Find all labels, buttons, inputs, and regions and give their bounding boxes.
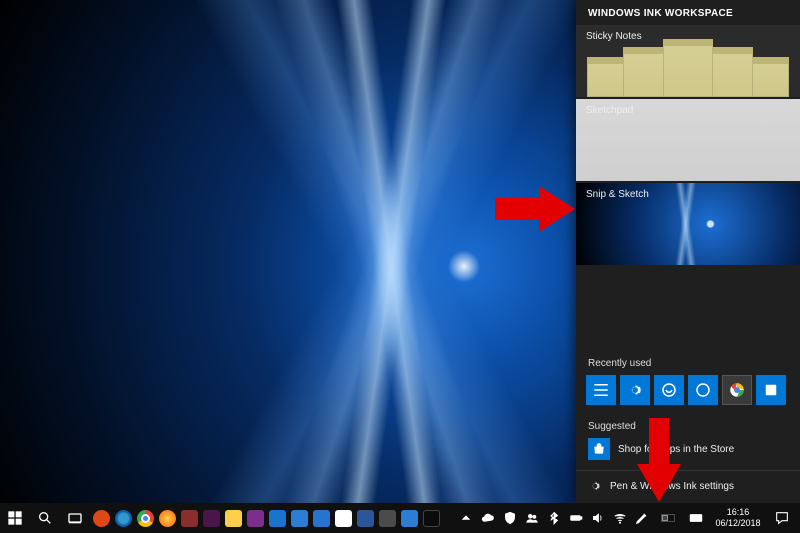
taskbar-app-ubuntu[interactable]	[90, 503, 112, 533]
recently-used-row	[576, 375, 800, 411]
task-view-button[interactable]	[60, 503, 90, 533]
people-icon	[525, 511, 539, 525]
sketchpad-item[interactable]: Sketchpad	[576, 99, 800, 181]
annotation-arrow-right	[495, 186, 575, 232]
taskbar-app-todo[interactable]	[288, 503, 310, 533]
start-button[interactable]	[0, 503, 30, 533]
volume-icon	[591, 511, 605, 525]
task-view-icon	[67, 510, 83, 526]
tray-language[interactable]	[654, 511, 682, 525]
snip-sketch-item[interactable]: Snip & Sketch	[576, 183, 800, 265]
pen-settings-link[interactable]: Pen & Windows Ink settings	[576, 470, 800, 503]
taskbar-app-terminal[interactable]	[420, 503, 442, 533]
ink-workspace-panel: WINDOWS INK WORKSPACE Sticky Notes Sketc…	[576, 0, 800, 503]
taskbar-app-outlook[interactable]	[266, 503, 288, 533]
taskbar-app-slack[interactable]	[200, 503, 222, 533]
taskbar-app-5[interactable]	[178, 503, 200, 533]
taskbar-app-edge[interactable]	[112, 503, 134, 533]
tray-onedrive[interactable]	[478, 511, 498, 525]
sketchpad-label: Sketchpad	[586, 105, 633, 116]
sticky-notes-label: Sticky Notes	[586, 31, 642, 42]
system-tray: 16:16 06/12/2018	[456, 503, 800, 533]
start-icon	[7, 510, 23, 526]
taskbar-app-firefox[interactable]	[156, 503, 178, 533]
wifi-icon	[613, 511, 627, 525]
sticky-notes-item[interactable]: Sticky Notes	[576, 25, 800, 97]
recent-tile-chrome[interactable]	[722, 375, 752, 405]
tray-volume[interactable]	[588, 511, 608, 525]
suggested-label: Suggested	[576, 411, 800, 438]
clock-time: 16:16	[727, 507, 750, 518]
recent-tile-gear[interactable]	[620, 375, 650, 405]
recently-used-label: Recently used	[576, 348, 800, 375]
bluetooth-icon	[547, 511, 561, 525]
search-button[interactable]	[30, 503, 60, 533]
taskbar-app-explorer[interactable]	[222, 503, 244, 533]
suggested-row[interactable]: Shop for apps in the Store	[576, 438, 800, 470]
tray-battery[interactable]	[566, 511, 586, 525]
language-indicator-icon	[661, 511, 675, 525]
clock-date: 06/12/2018	[715, 518, 760, 529]
notification-icon	[774, 510, 790, 526]
taskbar-app-onenote[interactable]	[244, 503, 266, 533]
taskbar-app-azure[interactable]	[310, 503, 332, 533]
tray-clock[interactable]: 16:16 06/12/2018	[710, 507, 766, 529]
recent-tile-bars[interactable]	[586, 375, 616, 405]
tray-overflow-button[interactable]	[456, 511, 476, 525]
action-center-button[interactable]	[768, 510, 796, 526]
taskbar-app-sublime[interactable]	[376, 503, 398, 533]
cloud-icon	[481, 511, 495, 525]
tray-touch-keyboard[interactable]	[684, 511, 708, 525]
shield-icon	[503, 511, 517, 525]
gear-icon	[588, 479, 602, 493]
tray-bluetooth[interactable]	[544, 511, 564, 525]
tray-network[interactable]	[610, 511, 630, 525]
recent-tile-circle[interactable]	[688, 375, 718, 405]
snip-sketch-label: Snip & Sketch	[586, 189, 649, 200]
taskbar-app-code[interactable]	[398, 503, 420, 533]
taskbar-app-whiteboard[interactable]	[332, 503, 354, 533]
search-icon	[37, 510, 53, 526]
taskbar: 16:16 06/12/2018	[0, 503, 800, 533]
battery-icon	[569, 511, 583, 525]
tray-ink-workspace[interactable]	[632, 511, 652, 525]
recent-tile-word[interactable]	[756, 375, 786, 405]
ink-workspace-title: WINDOWS INK WORKSPACE	[576, 0, 800, 25]
recent-tile-loop[interactable]	[654, 375, 684, 405]
taskbar-app-chrome[interactable]	[134, 503, 156, 533]
tray-security[interactable]	[500, 511, 520, 525]
chevron-up-icon	[459, 511, 473, 525]
pen-icon	[635, 511, 649, 525]
store-icon	[588, 438, 610, 460]
touch-keyboard-icon	[689, 511, 703, 525]
annotation-arrow-down	[637, 418, 681, 502]
tray-people[interactable]	[522, 511, 542, 525]
taskbar-app-word[interactable]	[354, 503, 376, 533]
